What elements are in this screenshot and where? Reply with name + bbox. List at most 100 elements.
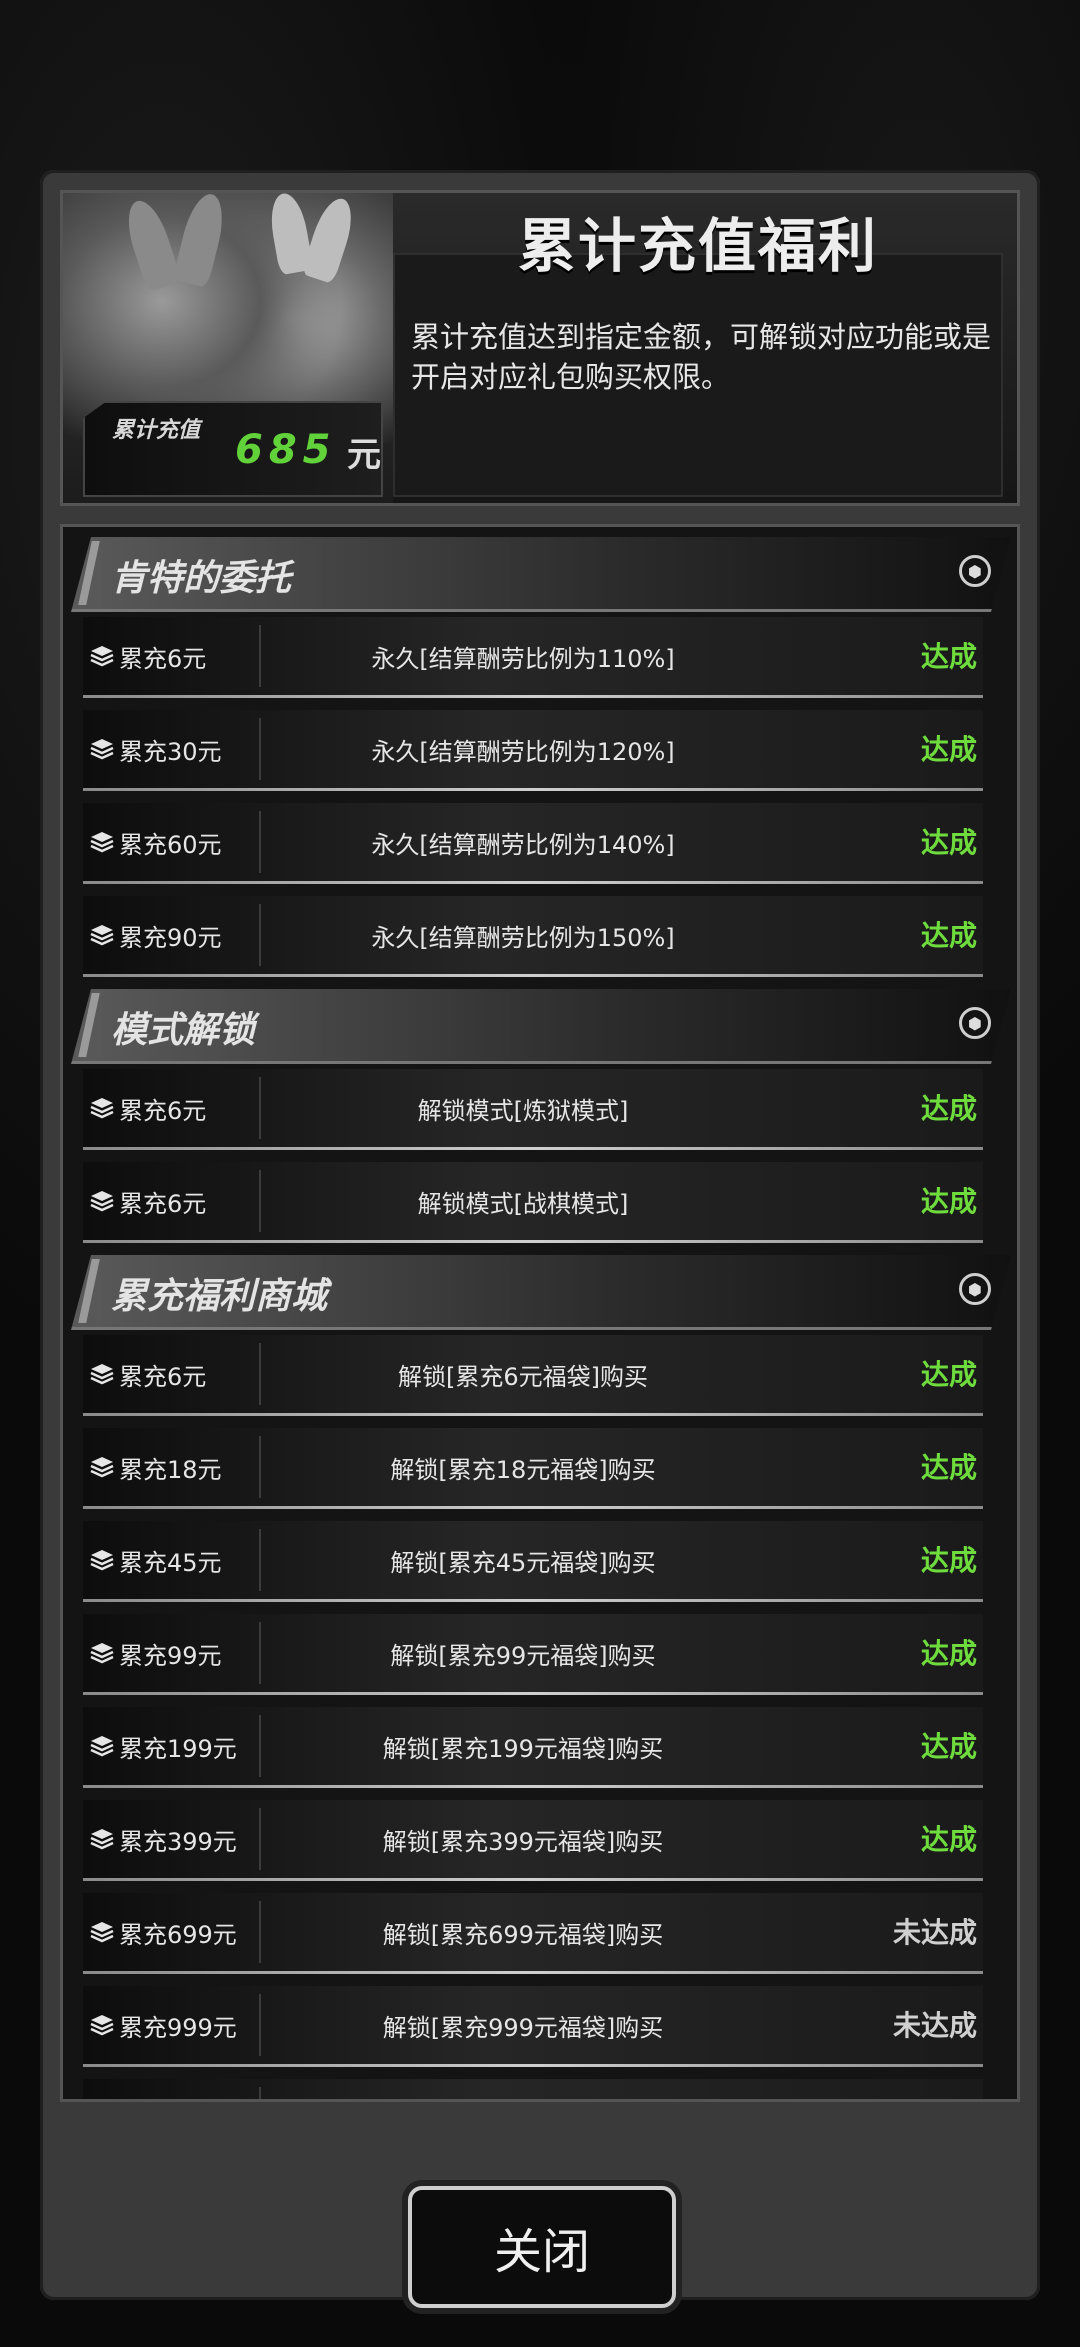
stack-layers-icon [89, 1733, 115, 1759]
row-recharge-amount: 累充6元 [119, 645, 207, 673]
section-header: 模式解锁 ⬢ [71, 989, 1011, 1069]
row-divider [259, 1994, 261, 2056]
benefit-row: 累充1299元 解锁[累充1299元福袋]购买 未达成 [83, 2079, 983, 2102]
stack-layers-icon [89, 829, 115, 855]
row-status: 达成 [920, 1185, 977, 1218]
benefit-row: 累充199元 解锁[累充199元福袋]购买 达成 [83, 1707, 983, 1788]
benefit-row: 累充6元 解锁模式[战棋模式] 达成 [83, 1162, 983, 1243]
stack-layers-icon [89, 1454, 115, 1480]
row-status: 达成 [920, 919, 977, 952]
benefits-list[interactable]: 肯特的委托 ⬢ 累充6元 永久[结算酬劳比例为110%] 达成 累充30元 永久[结算酬劳比… [60, 524, 1020, 2102]
total-recharge-value: 685 [235, 427, 337, 473]
recharge-benefits-dialog: 累计充值 685 元 累计充值福利 累计充值达到指定金额，可解锁对应功能或是开启… [40, 170, 1040, 2308]
hexagon-badge-icon[interactable]: ⬢ [959, 1273, 991, 1305]
total-recharge-unit: 元 [347, 435, 381, 475]
row-recharge-amount: 累充30元 [119, 738, 222, 766]
benefit-row: 累充399元 解锁[累充399元福袋]购买 达成 [83, 1800, 983, 1881]
row-status: 达成 [920, 1637, 977, 1670]
row-status: 未达成 [892, 2009, 977, 2042]
benefit-row: 累充90元 永久[结算酬劳比例为150%] 达成 [83, 896, 983, 977]
row-recharge-amount: 累充90元 [119, 924, 222, 952]
row-recharge-amount: 累充399元 [119, 1828, 237, 1856]
section-title: 肯特的委托 [111, 558, 292, 599]
stack-layers-icon [89, 1188, 115, 1214]
row-reward-description: 解锁[累充999元福袋]购买 [382, 2014, 664, 2042]
benefit-row: 累充6元 解锁[累充6元福袋]购买 达成 [83, 1335, 983, 1416]
row-divider [259, 1901, 261, 1963]
section-header: 肯特的委托 ⬢ [71, 537, 1011, 617]
row-status: 达成 [920, 1823, 977, 1856]
section-title: 模式解锁 [111, 1010, 256, 1051]
benefit-row: 累充45元 解锁[累充45元福袋]购买 达成 [83, 1521, 983, 1602]
row-recharge-amount: 累充6元 [119, 1363, 207, 1391]
row-recharge-amount: 累充99元 [119, 1642, 222, 1670]
dialog-header: 累计充值 685 元 累计充值福利 累计充值达到指定金额，可解锁对应功能或是开启… [60, 190, 1020, 506]
close-button[interactable]: 关闭 [408, 2186, 676, 2308]
row-divider [259, 1343, 261, 1405]
row-reward-description: 解锁[累充1299元福袋]购买 [263, 2101, 783, 2102]
row-reward-description: 永久[结算酬劳比例为150%] [371, 924, 675, 952]
row-recharge-amount: 累充999元 [119, 2014, 237, 2042]
row-divider [259, 1622, 261, 1684]
row-divider [259, 904, 261, 966]
row-reward-description: 解锁模式[战棋模式] [417, 1190, 629, 1218]
hexagon-badge-icon[interactable]: ⬢ [959, 555, 991, 587]
benefit-row: 累充6元 解锁模式[炼狱模式] 达成 [83, 1069, 983, 1150]
row-recharge-amount: 累充45元 [119, 1549, 222, 1577]
row-status: 达成 [920, 1451, 977, 1484]
benefit-row: 累充18元 解锁[累充18元福袋]购买 达成 [83, 1428, 983, 1509]
row-reward-description: 解锁[累充699元福袋]购买 [382, 1921, 664, 1949]
row-reward-description: 解锁[累充45元福袋]购买 [390, 1549, 656, 1577]
stack-layers-icon [89, 922, 115, 948]
row-recharge-amount: 累充199元 [119, 1735, 237, 1763]
stack-layers-icon [89, 1919, 115, 1945]
row-recharge-amount: 累充1299元 [119, 2101, 252, 2102]
row-recharge-amount: 累充60元 [119, 831, 222, 859]
section-title: 累充福利商城 [111, 1276, 328, 1317]
section-header: 累充福利商城 ⬢ [71, 1255, 1011, 1335]
row-divider [259, 811, 261, 873]
benefit-row: 累充99元 解锁[累充99元福袋]购买 达成 [83, 1614, 983, 1695]
row-recharge-amount: 累充6元 [119, 1097, 207, 1125]
row-reward-description: 解锁[累充18元福袋]购买 [390, 1456, 656, 1484]
row-status: 达成 [920, 1358, 977, 1391]
row-divider [259, 1436, 261, 1498]
row-recharge-amount: 累充18元 [119, 1456, 222, 1484]
stack-layers-icon [89, 1640, 115, 1666]
row-reward-description: 永久[结算酬劳比例为110%] [371, 645, 675, 673]
row-reward-description: 解锁[累充199元福袋]购买 [382, 1735, 664, 1763]
row-divider [259, 1170, 261, 1232]
row-recharge-amount: 累充699元 [119, 1921, 237, 1949]
row-status: 达成 [920, 1730, 977, 1763]
stack-layers-icon [89, 1361, 115, 1387]
stack-layers-icon [89, 643, 115, 669]
row-divider [259, 2087, 261, 2099]
row-reward-description: 解锁[累充6元福袋]购买 [398, 1363, 648, 1391]
row-reward-description: 永久[结算酬劳比例为120%] [371, 738, 675, 766]
row-recharge-amount: 累充6元 [119, 1190, 207, 1218]
row-status: 未达成 [892, 1916, 977, 1949]
stack-layers-icon [89, 736, 115, 762]
row-reward-description: 永久[结算酬劳比例为140%] [371, 831, 675, 859]
row-divider [259, 1077, 261, 1139]
row-reward-description: 解锁[累充99元福袋]购买 [390, 1642, 656, 1670]
row-status: 达成 [920, 1092, 977, 1125]
row-status: 达成 [920, 1544, 977, 1577]
total-recharge-label: 累计充值 [111, 418, 200, 443]
stack-layers-icon [89, 1095, 115, 1121]
row-divider [259, 1808, 261, 1870]
stack-layers-icon [89, 1547, 115, 1573]
row-status: 达成 [920, 640, 977, 673]
row-status: 未达成 [847, 2097, 977, 2099]
row-divider [259, 1529, 261, 1591]
row-reward-description: 解锁[累充399元福袋]购买 [382, 1828, 664, 1856]
hexagon-badge-icon[interactable]: ⬢ [959, 1007, 991, 1039]
stack-layers-icon [89, 1826, 115, 1852]
row-status: 达成 [920, 826, 977, 859]
row-reward-description: 解锁模式[炼狱模式] [417, 1097, 629, 1125]
benefit-row: 累充30元 永久[结算酬劳比例为120%] 达成 [83, 710, 983, 791]
dialog-title: 累计充值福利 [517, 212, 878, 280]
row-divider [259, 718, 261, 780]
benefit-row: 累充699元 解锁[累充699元福袋]购买 未达成 [83, 1893, 983, 1974]
benefit-row: 累充999元 解锁[累充999元福袋]购买 未达成 [83, 1986, 983, 2067]
